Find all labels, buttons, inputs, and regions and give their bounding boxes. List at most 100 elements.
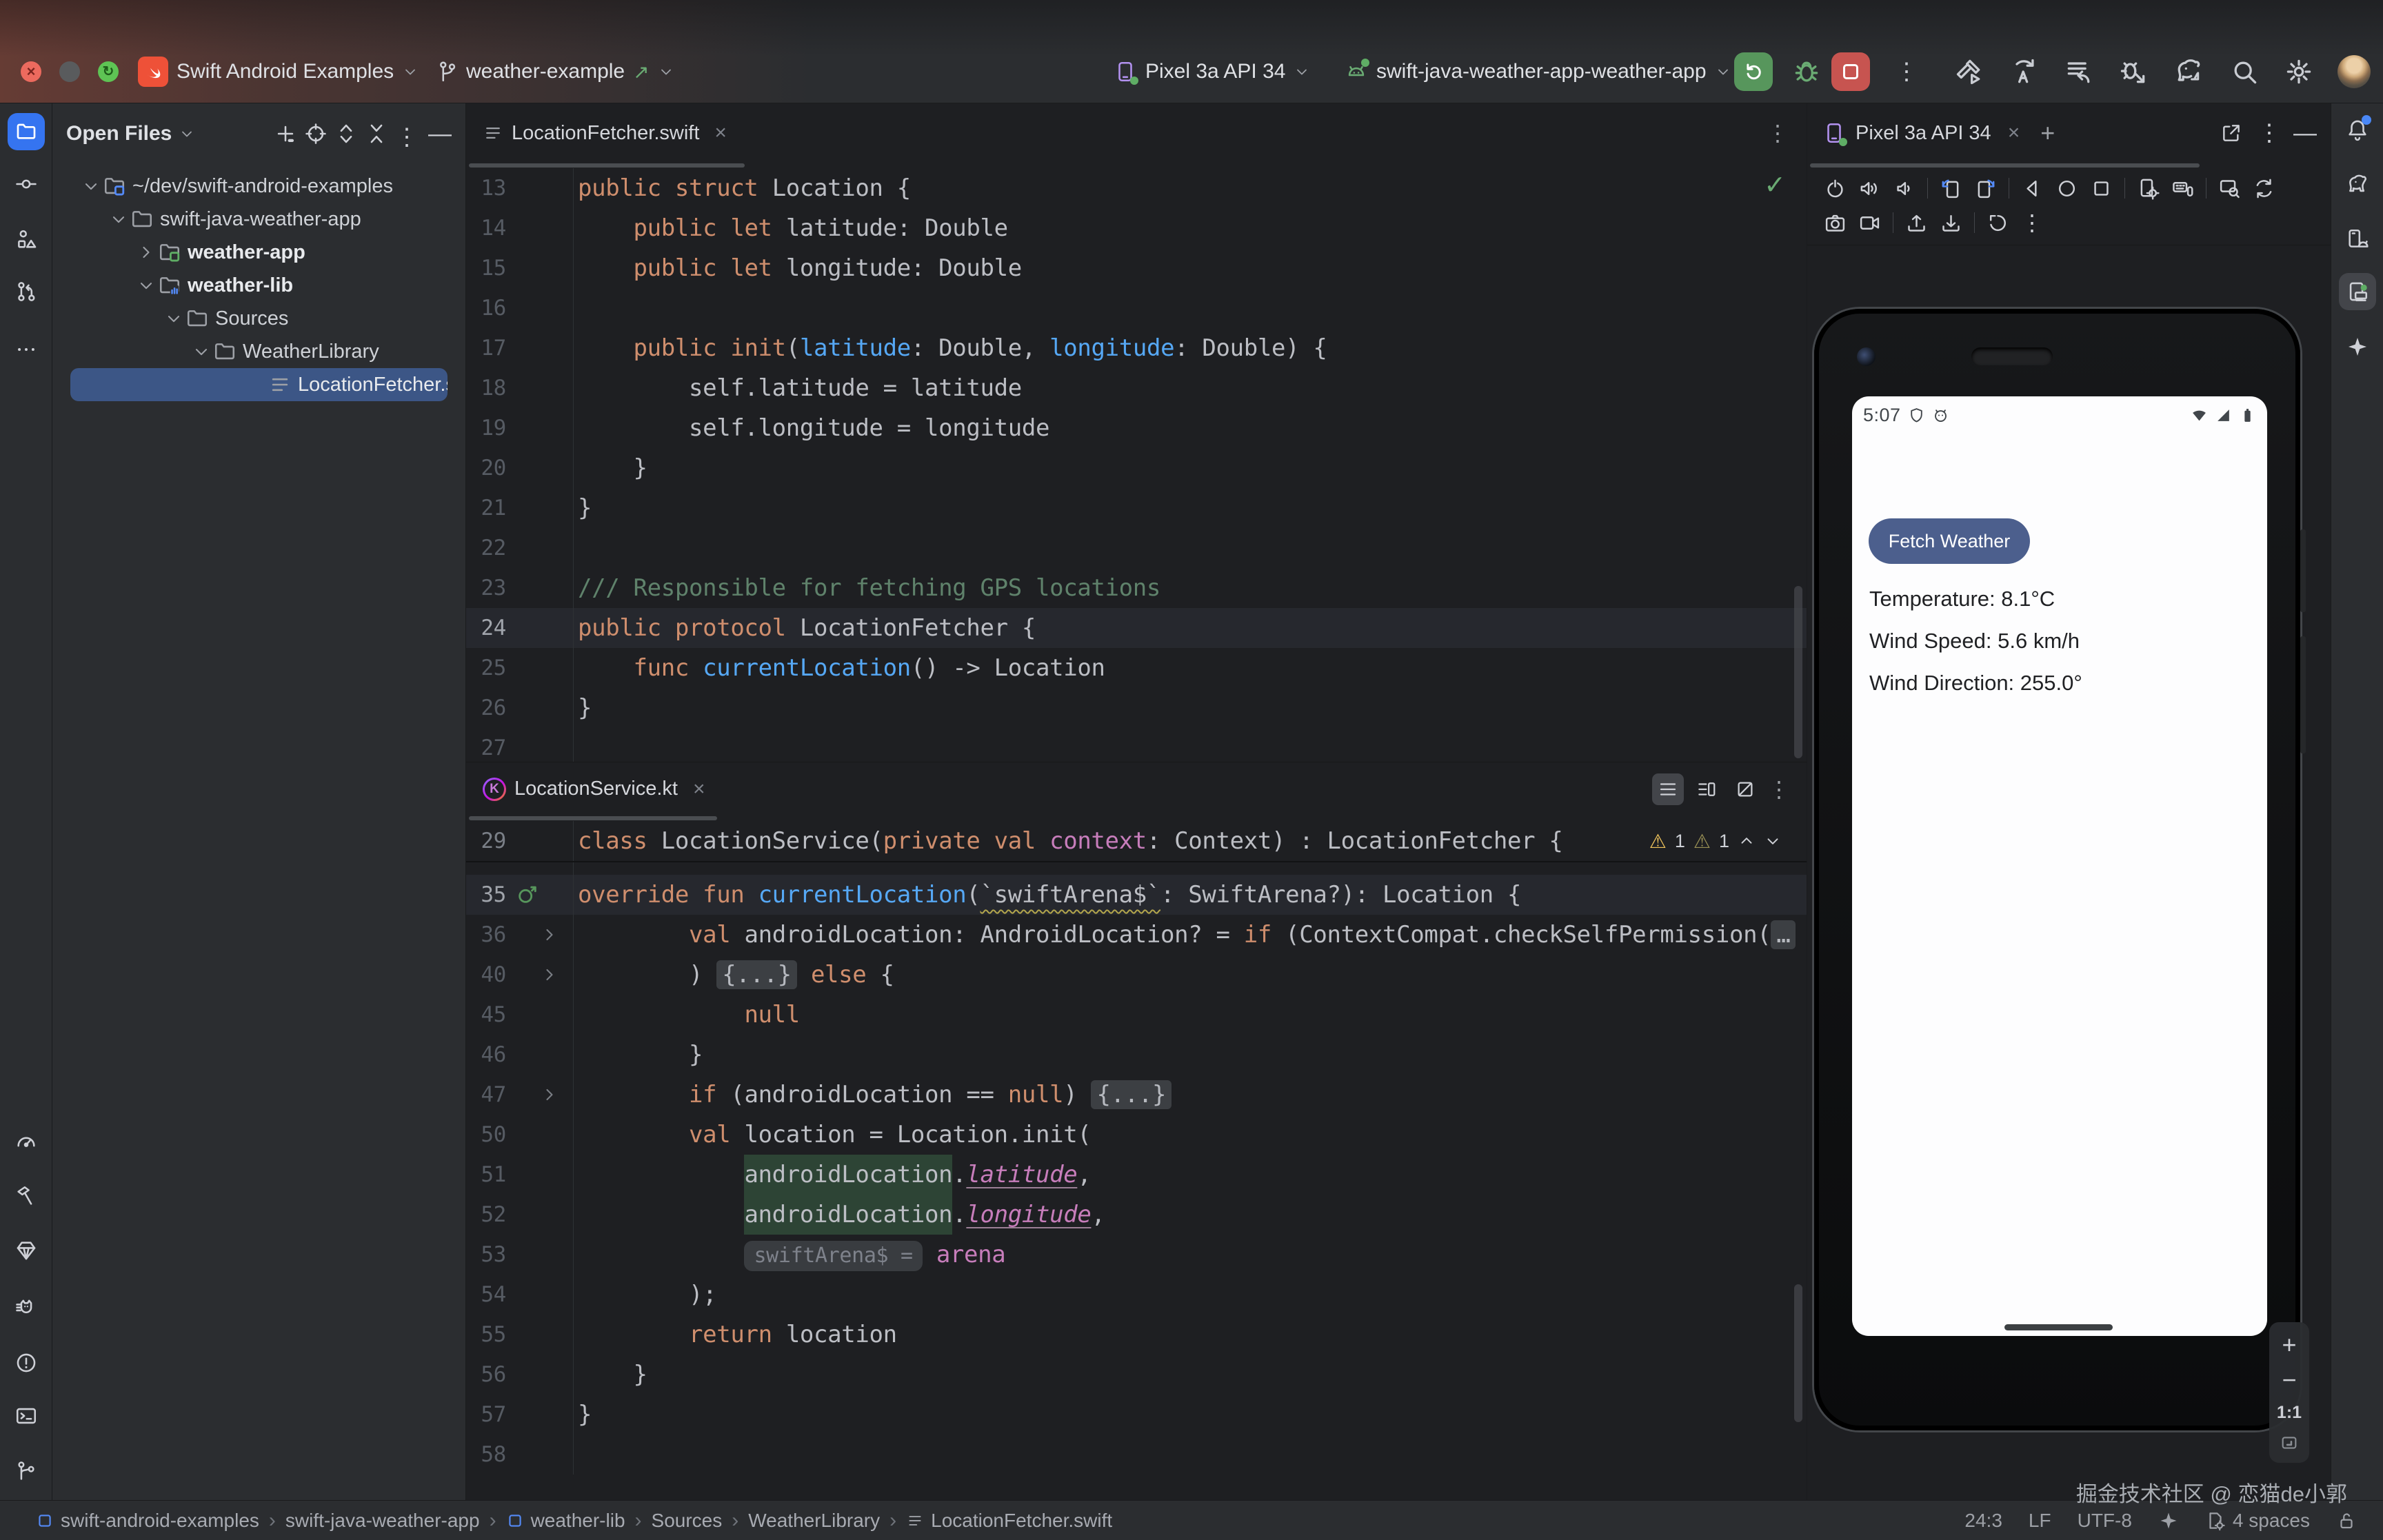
attach-debugger-icon[interactable] <box>2118 57 2149 87</box>
code-line-23[interactable]: 23 /// Responsible for fetching GPS locat… <box>466 568 1807 608</box>
device-tab-label[interactable]: Pixel 3a API 34 <box>1856 122 1991 145</box>
volume-down-icon[interactable] <box>1893 177 1916 200</box>
app-quality-insights-icon[interactable] <box>14 1239 38 1262</box>
upload-icon[interactable] <box>1905 212 1928 234</box>
breadcrumb-item[interactable]: Sources <box>652 1510 723 1532</box>
gradle-tool-icon[interactable] <box>2346 172 2369 196</box>
close-window-button[interactable]: × <box>21 61 41 82</box>
panel-options-button[interactable]: ⋮ <box>395 122 419 150</box>
code-line-45[interactable]: 45 null <box>466 995 1807 1035</box>
screen-record-icon[interactable] <box>1858 212 1881 234</box>
ai-assistant-status-icon[interactable] <box>2158 1510 2179 1531</box>
breadcrumb-item[interactable]: LocationFetcher.swift <box>906 1510 1112 1532</box>
gradle-sync-icon[interactable] <box>2173 57 2204 87</box>
code-line-14[interactable]: 14 public let latitude: Double <box>466 208 1807 248</box>
screenshot-icon[interactable] <box>1824 212 1847 234</box>
code-line-17[interactable]: 17 public init(latitude: Double, longitu… <box>466 328 1807 368</box>
horizontal-scrollbar[interactable] <box>1807 163 2331 168</box>
branch-selector[interactable]: weather-example ↗ <box>434 51 674 92</box>
fold-chevron-icon[interactable] <box>540 965 559 984</box>
tab-locationservice[interactable]: K LocationService.kt × <box>483 777 705 801</box>
tab-options-button[interactable]: ⋮ <box>1768 776 1790 802</box>
screenshot-inspect-icon[interactable] <box>2218 177 2241 200</box>
breadcrumb-item[interactable]: WeatherLibrary <box>748 1510 880 1532</box>
code-line-13[interactable]: 13 public struct Location { <box>466 168 1807 208</box>
code-line-19[interactable]: 19 self.longitude = longitude <box>466 408 1807 448</box>
device-sync-icon[interactable] <box>2253 177 2275 200</box>
tree-chevron-icon[interactable] <box>192 342 211 361</box>
code-line-47[interactable]: 47 if (androidLocation == null) {...} <box>466 1075 1807 1115</box>
more-actions-button[interactable]: ⋮ <box>1895 57 1918 87</box>
tree-item-weather-app[interactable]: weather-app <box>70 236 448 269</box>
sticky-line[interactable]: 29 class LocationService(private val cont… <box>466 821 1807 862</box>
gemini-tool-icon[interactable] <box>2346 335 2369 358</box>
code-line-50[interactable]: 50 val location = Location.init( <box>466 1115 1807 1155</box>
android-overview-icon[interactable] <box>2090 177 2113 200</box>
vertical-scrollbar[interactable] <box>1794 1284 1802 1422</box>
tree-chevron-icon[interactable] <box>137 243 156 262</box>
minimize-window-button[interactable] <box>59 61 80 82</box>
code-line-15[interactable]: 15 public let longitude: Double <box>466 248 1807 288</box>
inspections-ok-icon[interactable]: ✓ <box>1764 170 1786 201</box>
terminal-tool-icon[interactable] <box>14 1404 38 1428</box>
panel-title[interactable]: Open Files <box>66 122 172 145</box>
tab-locationfetcher[interactable]: LocationFetcher.swift × <box>483 121 727 145</box>
stop-button[interactable] <box>1831 52 1870 91</box>
fit-to-window-button[interactable] <box>2280 1433 2299 1452</box>
tree-item-weatherlibrary[interactable]: WeatherLibrary <box>70 335 448 368</box>
zoom-in-button[interactable]: + <box>2282 1333 2296 1357</box>
sync-translate-icon[interactable] <box>2009 57 2040 87</box>
device-manager-icon[interactable] <box>2346 227 2369 251</box>
code-line-36[interactable]: 36 val androidLocation: AndroidLocation?… <box>466 915 1807 955</box>
fetch-weather-button[interactable]: Fetch Weather <box>1869 518 2030 564</box>
phone-screen[interactable]: 5:07 Fetch Weather Temperature: 8.1°C Wi… <box>1852 396 2267 1336</box>
search-icon[interactable] <box>2229 57 2260 87</box>
split-view-button[interactable] <box>1691 773 1722 805</box>
next-problem-icon[interactable] <box>1764 832 1782 850</box>
version-control-tool-icon[interactable] <box>14 1459 38 1483</box>
settings-gear-icon[interactable] <box>2284 57 2314 87</box>
rotate-left-icon[interactable] <box>1940 177 1962 200</box>
code-editor-kotlin[interactable]: 29 class LocationService(private val cont… <box>466 821 1807 1500</box>
code-editor-swift[interactable]: 13 public struct Location {14 public let … <box>466 168 1807 762</box>
breadcrumb-item[interactable]: weather-lib <box>506 1510 625 1532</box>
collapse-all-button[interactable] <box>365 122 388 145</box>
commit-tool-icon[interactable] <box>14 172 38 196</box>
recent-changes-icon[interactable] <box>2064 57 2094 87</box>
line-separator[interactable]: LF <box>2029 1510 2051 1532</box>
structure-tool-icon[interactable] <box>14 227 38 251</box>
run-config-selector[interactable]: swift-java-weather-app-weather-app <box>1345 51 1731 92</box>
running-devices-tool-button[interactable] <box>2339 273 2376 310</box>
code-line-26[interactable]: 26} <box>466 688 1807 728</box>
code-line-20[interactable]: 20 } <box>466 448 1807 488</box>
breadcrumb-item[interactable]: swift-android-examples <box>36 1510 259 1532</box>
tab-options-button[interactable]: ⋮ <box>1767 120 1789 146</box>
open-in-window-icon[interactable] <box>2220 122 2242 144</box>
code-line-29[interactable]: 29 class LocationService(private val cont… <box>466 821 1807 861</box>
hardware-input-icon[interactable] <box>2171 177 2194 200</box>
code-line-25[interactable]: 25 func currentLocation() -> Location <box>466 648 1807 688</box>
fold-chevron-icon[interactable] <box>540 1085 559 1104</box>
code-line-16[interactable]: 16 <box>466 288 1807 328</box>
close-tab-icon[interactable]: × <box>714 121 727 145</box>
hide-panel-button[interactable]: — <box>428 121 452 148</box>
close-tab-icon[interactable]: × <box>2008 121 2020 145</box>
android-back-icon[interactable] <box>2021 177 2044 200</box>
code-line-55[interactable]: 55 return location <box>466 1315 1807 1355</box>
pull-requests-tool-icon[interactable] <box>14 280 38 303</box>
inspections-widget[interactable]: ⚠ 1 ⚠ 1 <box>1649 821 1782 861</box>
code-line-21[interactable]: 21} <box>466 488 1807 528</box>
code-line-53[interactable]: 53 swiftArena$ = arena <box>466 1235 1807 1275</box>
power-button-icon[interactable] <box>1824 177 1847 200</box>
build-tool-icon[interactable] <box>14 1184 38 1208</box>
code-line-40[interactable]: 40 ) {...} else { <box>466 955 1807 995</box>
overrides-method-icon[interactable] <box>516 882 539 906</box>
device-settings-icon[interactable] <box>2137 177 2160 200</box>
project-tool-button[interactable] <box>8 113 45 150</box>
code-line-58[interactable]: 58 <box>466 1435 1807 1475</box>
breadcrumb-item[interactable]: swift-java-weather-app <box>285 1510 480 1532</box>
add-device-button[interactable]: + <box>2040 119 2055 148</box>
file-encoding[interactable]: UTF-8 <box>2078 1510 2132 1532</box>
code-line-52[interactable]: 52 androidLocation.longitude, <box>466 1195 1807 1235</box>
tree-chevron-icon[interactable] <box>81 176 101 196</box>
